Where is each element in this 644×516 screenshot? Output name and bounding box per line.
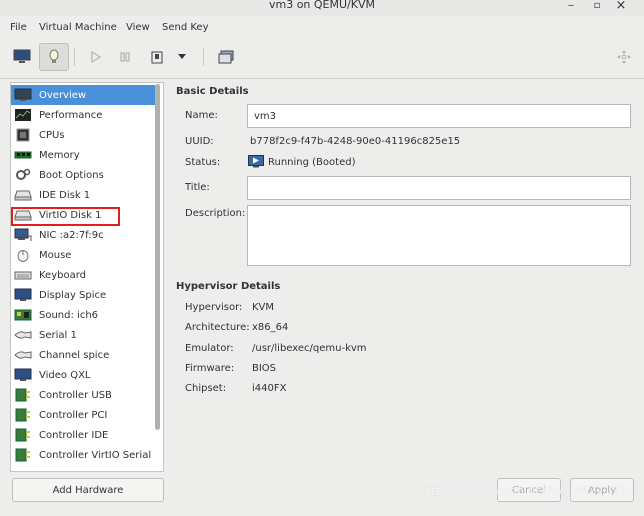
uuid-value: b778f2c9-f47b-4248-90e0-41196c825e15 bbox=[250, 136, 461, 147]
disk-icon bbox=[14, 188, 32, 202]
title-field[interactable] bbox=[247, 176, 631, 200]
basic-details-heading: Basic Details bbox=[176, 86, 249, 97]
keyboard-icon bbox=[14, 268, 32, 282]
display-icon bbox=[14, 288, 32, 302]
run-button[interactable] bbox=[84, 46, 108, 68]
fullscreen-button[interactable] bbox=[612, 46, 636, 68]
sidebar-item-channel-spice[interactable]: Channel spice bbox=[11, 345, 155, 365]
description-field[interactable] bbox=[247, 205, 631, 266]
sidebar-item-boot-options[interactable]: Boot Options bbox=[11, 165, 155, 185]
console-view-button[interactable] bbox=[10, 46, 34, 68]
name-field[interactable]: vm3 bbox=[247, 104, 631, 128]
minimize-button[interactable]: ‒ bbox=[564, 0, 578, 12]
sidebar-item-video-qxl[interactable]: Video QXL bbox=[11, 365, 155, 385]
hypervisor-label: Hypervisor: bbox=[185, 302, 243, 313]
sidebar-item-controller-virtio-serial[interactable]: Controller VirtIO Serial bbox=[11, 445, 155, 465]
sidebar-item-keyboard[interactable]: Keyboard bbox=[11, 265, 155, 285]
description-label: Description: bbox=[185, 208, 246, 219]
sidebar-item-sound[interactable]: Sound: ich6 bbox=[11, 305, 155, 325]
overview-icon bbox=[14, 88, 32, 102]
emulator-value: /usr/libexec/qemu-kvm bbox=[252, 343, 367, 354]
snapshots-button[interactable] bbox=[214, 46, 238, 68]
boot-options-icon bbox=[14, 168, 32, 182]
maximize-button[interactable]: ▫ bbox=[590, 0, 604, 12]
controller-icon bbox=[14, 428, 32, 442]
sidebar-item-nic[interactable]: NIC :a2:7f:9c bbox=[11, 225, 155, 245]
hardware-list: Overview Performance CPUs Memory Boot Op… bbox=[10, 82, 164, 472]
sidebar-item-mouse[interactable]: Mouse bbox=[11, 245, 155, 265]
firmware-label: Firmware: bbox=[185, 363, 235, 374]
sidebar-item-controller-usb[interactable]: Controller USB bbox=[11, 385, 155, 405]
power-icon bbox=[151, 51, 163, 63]
pause-button[interactable] bbox=[113, 46, 137, 68]
status-label: Status: bbox=[185, 157, 221, 168]
controller-icon bbox=[14, 388, 32, 402]
hypervisor-details-heading: Hypervisor Details bbox=[176, 281, 281, 292]
running-status-icon bbox=[248, 155, 264, 168]
status-value: Running (Booted) bbox=[268, 157, 356, 168]
name-label: Name: bbox=[185, 110, 218, 121]
pause-icon bbox=[120, 52, 130, 62]
sidebar-item-overview[interactable]: Overview bbox=[11, 85, 155, 105]
lightbulb-icon bbox=[49, 49, 59, 63]
sidebar-item-serial-1[interactable]: Serial 1 bbox=[11, 325, 155, 345]
memory-icon bbox=[14, 148, 32, 162]
uuid-label: UUID: bbox=[185, 136, 214, 147]
hypervisor-value: KVM bbox=[252, 302, 275, 313]
video-icon bbox=[14, 368, 32, 382]
sidebar-item-cpus[interactable]: CPUs bbox=[11, 125, 155, 145]
watermark: https://blog.csdn.net/qq_44221394 bbox=[423, 484, 634, 498]
monitor-icon bbox=[13, 49, 31, 63]
sidebar-item-memory[interactable]: Memory bbox=[11, 145, 155, 165]
firmware-value: BIOS bbox=[252, 363, 277, 374]
controller-icon bbox=[14, 408, 32, 422]
play-icon bbox=[91, 51, 101, 63]
title-label: Title: bbox=[185, 182, 210, 193]
sidebar-item-display-spice[interactable]: Display Spice bbox=[11, 285, 155, 305]
sidebar-item-controller-ide[interactable]: Controller IDE bbox=[11, 425, 155, 445]
move-arrows-icon bbox=[617, 50, 631, 64]
chipset-label: Chipset: bbox=[185, 383, 227, 394]
menu-send-key[interactable]: Send Key bbox=[162, 22, 209, 33]
shutdown-menu-button[interactable] bbox=[174, 46, 190, 68]
close-button[interactable]: × bbox=[614, 0, 628, 12]
chipset-value: i440FX bbox=[252, 383, 287, 394]
cpu-icon bbox=[14, 128, 32, 142]
emulator-label: Emulator: bbox=[185, 343, 234, 354]
sidebar-item-controller-pci[interactable]: Controller PCI bbox=[11, 405, 155, 425]
nic-icon bbox=[14, 228, 32, 242]
sidebar-scrollbar[interactable] bbox=[155, 84, 160, 430]
architecture-label: Architecture: bbox=[185, 322, 250, 333]
performance-icon bbox=[14, 108, 32, 122]
architecture-value: x86_64 bbox=[252, 322, 289, 333]
menu-view[interactable]: View bbox=[126, 22, 150, 33]
caret-down-icon bbox=[178, 54, 186, 59]
mouse-icon bbox=[14, 248, 32, 262]
snapshot-icon bbox=[218, 50, 234, 64]
channel-icon bbox=[14, 348, 32, 362]
add-hardware-button[interactable]: Add Hardware bbox=[12, 478, 164, 502]
virtio-disk-highlight-box bbox=[11, 207, 120, 226]
serial-icon bbox=[14, 328, 32, 342]
sound-icon bbox=[14, 308, 32, 322]
window-title: vm3 on QEMU/KVM bbox=[268, 0, 375, 11]
shutdown-button[interactable] bbox=[145, 46, 169, 68]
details-view-button[interactable] bbox=[39, 43, 69, 71]
menu-virtual-machine[interactable]: Virtual Machine bbox=[39, 22, 117, 33]
controller-icon bbox=[14, 448, 32, 462]
sidebar-item-ide-disk-1[interactable]: IDE Disk 1 bbox=[11, 185, 155, 205]
sidebar-item-performance[interactable]: Performance bbox=[11, 105, 155, 125]
menu-file[interactable]: File bbox=[10, 22, 27, 33]
